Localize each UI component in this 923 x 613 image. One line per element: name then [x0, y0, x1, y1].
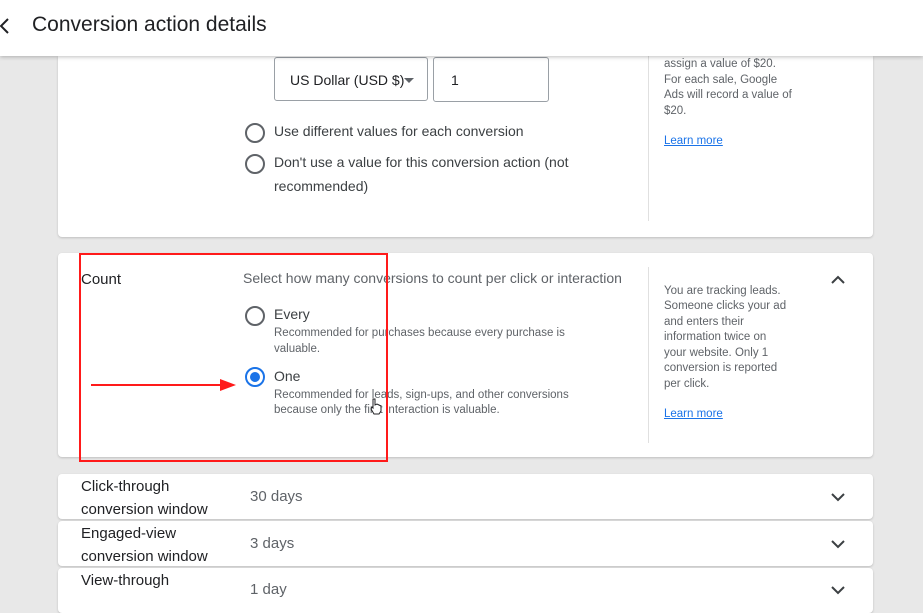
radio-different-values[interactable] — [245, 123, 265, 143]
row-label-line1: Click-through — [81, 478, 170, 495]
chevron-left-icon — [0, 18, 9, 34]
page-header: Conversion action details — [0, 0, 923, 56]
divider — [648, 56, 649, 221]
help-text-line: your website. Only 1 — [664, 347, 769, 359]
currency-select[interactable]: US Dollar (USD $) — [274, 57, 428, 101]
row-label: Click-through conversion window — [81, 475, 208, 521]
chevron-down-icon[interactable] — [831, 537, 845, 551]
row-label-line2: conversion window — [81, 548, 208, 565]
radio-every-desc-line1: Recommended for purchases because every … — [274, 327, 565, 339]
count-prompt: Select how many conversions to count per… — [243, 270, 622, 286]
help-text-line: assign a value of $20. — [664, 58, 776, 70]
help-text-line: per click. — [664, 378, 710, 390]
row-value: 30 days — [250, 488, 303, 505]
radio-no-value-label-line1: Don't use a value for this conversion ac… — [274, 154, 569, 170]
engaged-view-window-row[interactable]: Engaged-view conversion window 3 days — [58, 521, 873, 566]
learn-more-link[interactable]: Learn more — [664, 408, 723, 420]
chevron-down-icon[interactable] — [831, 583, 845, 597]
row-label-line1: View-through — [81, 572, 170, 589]
dropdown-caret-icon — [404, 78, 414, 83]
row-label-line2: conversion window — [81, 501, 208, 518]
conversion-value-input[interactable] — [433, 57, 549, 102]
currency-select-value: US Dollar (USD $) — [290, 72, 405, 88]
count-card: Count Select how many conversions to cou… — [58, 253, 873, 457]
row-label: View-through — [81, 569, 169, 592]
help-text-line: You are tracking leads. — [664, 285, 781, 297]
radio-every[interactable] — [245, 306, 265, 326]
help-text-line: $20. — [664, 105, 687, 117]
radio-no-value-label-line2: recommended) — [274, 178, 369, 194]
radio-one-label: One — [274, 368, 301, 384]
help-text-line: Someone clicks your ad — [664, 300, 787, 312]
radio-different-values-label: Use different values for each conversion — [274, 123, 524, 139]
row-value: 3 days — [250, 535, 295, 552]
radio-one[interactable] — [245, 367, 265, 387]
help-text-line: information twice on — [664, 331, 767, 343]
back-button[interactable] — [0, 14, 16, 38]
view-through-window-row[interactable]: View-through 1 day — [58, 568, 873, 613]
radio-every-label: Every — [274, 306, 310, 322]
help-text-line: conversion is reported — [664, 362, 778, 374]
help-text-line: Ads will record a value of — [664, 89, 792, 101]
help-text-line: and enters their — [664, 316, 744, 328]
chevron-down-icon[interactable] — [831, 490, 845, 504]
chevron-up-icon[interactable] — [831, 273, 845, 287]
radio-one-desc-line1: Recommended for leads, sign-ups, and oth… — [274, 389, 569, 401]
learn-more-link[interactable]: Learn more — [664, 135, 723, 147]
radio-one-desc-line2: because only the first interaction is va… — [274, 404, 500, 416]
divider — [648, 267, 649, 443]
page-title: Conversion action details — [32, 13, 267, 36]
radio-every-desc-line2: valuable. — [274, 343, 321, 355]
radio-no-value[interactable] — [245, 154, 265, 174]
value-card: US Dollar (USD $) Use different values f… — [58, 56, 873, 237]
help-text-line: For each sale, Google — [664, 74, 778, 86]
row-label-line1: Engaged-view — [81, 525, 177, 542]
click-through-window-row[interactable]: Click-through conversion window 30 days — [58, 474, 873, 519]
row-value: 1 day — [250, 581, 287, 598]
row-label: Engaged-view conversion window — [81, 522, 208, 568]
count-section-title: Count — [81, 271, 122, 288]
